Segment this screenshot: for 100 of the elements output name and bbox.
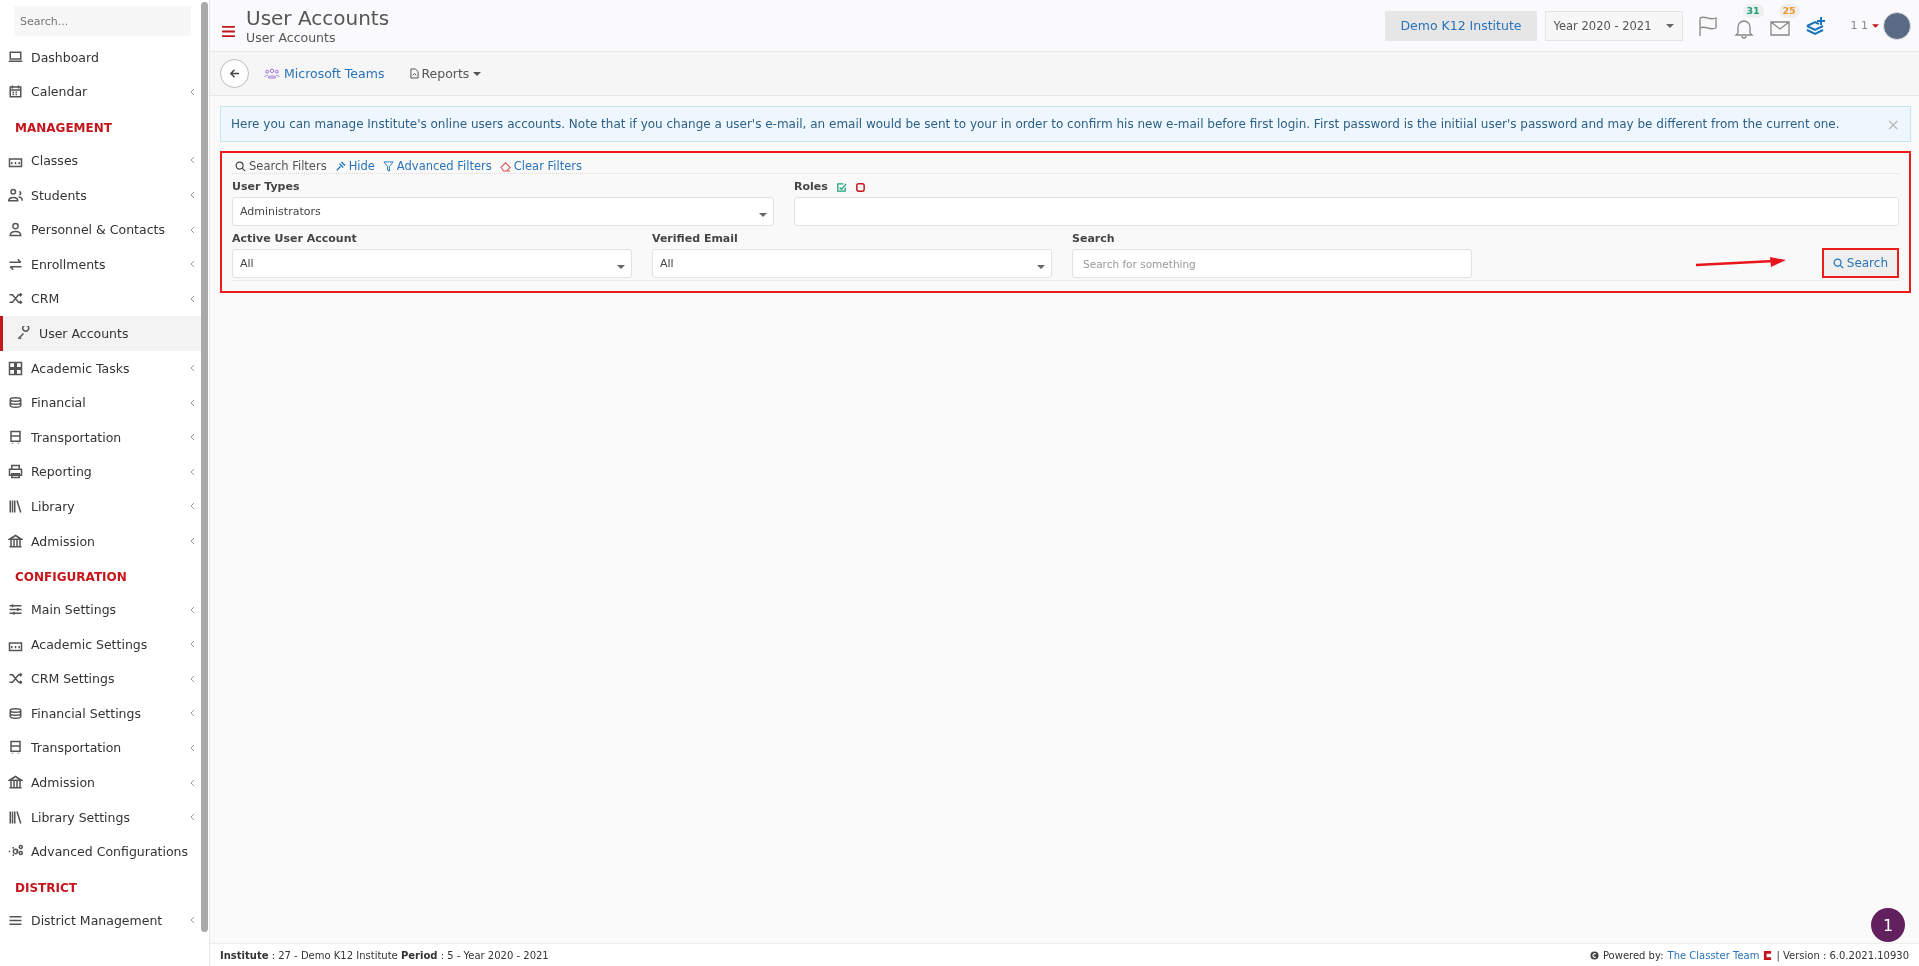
shuffle-icon: [8, 291, 23, 307]
users-icon: [8, 187, 23, 203]
sidebar-item[interactable]: Students: [0, 177, 201, 213]
sidebar-item[interactable]: Transportation: [0, 730, 201, 766]
arrow-left-icon: [229, 68, 240, 79]
sidebar-item[interactable]: Classes: [0, 143, 201, 178]
bank-icon: [8, 775, 23, 791]
hide-link[interactable]: Hide: [334, 159, 375, 173]
books-icon: [8, 809, 23, 825]
sidebar-item[interactable]: User Accounts: [0, 316, 201, 351]
layers-plus-icon[interactable]: [1804, 14, 1827, 37]
sidebar-item[interactable]: Academic Settings: [0, 626, 201, 662]
field-label: Verified Email: [652, 232, 739, 247]
help-badge[interactable]: 1: [1871, 908, 1905, 942]
active-account-select[interactable]: All: [232, 249, 632, 278]
bus-icon: [8, 740, 23, 756]
sidebar-item[interactable]: Personnel & Contacts: [0, 212, 201, 247]
sidebar-item[interactable]: Academic Tasks: [0, 350, 201, 386]
advanced-filters-link[interactable]: Advanced Filters: [382, 159, 492, 173]
breadcrumb: User Accounts: [246, 30, 337, 45]
caret-icon[interactable]: [1872, 23, 1879, 28]
notification-count: 31: [1742, 3, 1764, 18]
sidebar-item[interactable]: Library: [0, 489, 201, 524]
people-icon: [264, 68, 280, 79]
microsoft-teams-link[interactable]: Microsoft Teams: [264, 66, 385, 81]
sidebar-item[interactable]: Admission: [0, 765, 201, 800]
user-icon: [8, 222, 23, 238]
year-dropdown[interactable]: Year 2020 - 2021: [1544, 10, 1683, 41]
shuffle-icon: [8, 671, 23, 687]
sidebar-item[interactable]: Reporting: [0, 454, 201, 490]
flag-icon[interactable]: [1696, 14, 1719, 37]
pin-icon: [334, 160, 346, 172]
field-label: Roles: [794, 180, 828, 195]
key-icon: [16, 325, 31, 341]
field-label: Active User Account: [232, 232, 358, 247]
section-heading: DISTRICT: [14, 880, 78, 898]
search-field[interactable]: Search for something: [1072, 249, 1472, 278]
printer-icon: [8, 464, 23, 480]
section-heading: MANAGEMENT: [14, 120, 113, 138]
team-link[interactable]: The Classter Team: [1667, 949, 1760, 961]
sidebar-item[interactable]: Library Settings: [0, 799, 201, 835]
avatar[interactable]: [1883, 11, 1911, 40]
monitor-icon: [8, 49, 23, 65]
caret-icon: [1037, 264, 1045, 269]
sidebar-item[interactable]: Transportation: [0, 419, 201, 455]
search-field[interactable]: Search...: [14, 6, 191, 36]
copyright-icon: [1589, 950, 1599, 960]
scrollbar-thumb[interactable]: [201, 2, 208, 932]
sidebar-item[interactable]: Calendar: [0, 74, 201, 110]
arrows-icon: [8, 256, 23, 272]
coins-icon: [8, 705, 23, 721]
roles-field[interactable]: [794, 197, 1899, 226]
user-name[interactable]: 1 1: [1850, 19, 1868, 32]
caret-icon: [617, 264, 625, 269]
sidebar-item[interactable]: Financial: [0, 385, 201, 420]
uncheck-all-icon[interactable]: [854, 182, 866, 193]
powered-by-text: Powered by:: [1602, 949, 1664, 961]
sidebar-item[interactable]: District Management: [0, 903, 201, 938]
verified-email-select[interactable]: All: [652, 249, 1052, 278]
sidebar-item[interactable]: Dashboard: [0, 40, 201, 75]
check-all-icon[interactable]: [835, 182, 847, 193]
institute-info: Institute : 27 - Demo K12 Institute Period : 5 - Year 2020 - 2021: [220, 949, 549, 961]
user-types-select[interactable]: Administrators: [232, 197, 774, 226]
logo-icon: [1763, 949, 1773, 961]
version-text: | Version : 6.0.2021.10930: [1776, 949, 1909, 961]
bank-icon: [8, 533, 23, 549]
search-icon: [1832, 257, 1844, 269]
search-button[interactable]: Search: [1823, 250, 1897, 276]
back-button[interactable]: [220, 59, 249, 88]
bus-icon: [8, 429, 23, 445]
sidebar-item[interactable]: Main Settings: [0, 592, 201, 627]
books-icon: [8, 498, 23, 514]
caret-icon: [759, 212, 767, 217]
info-text: Here you can manage Institute's online users accounts. Note that if you change a user's e-mail, an email would be sent to your in order to confirm his new e-mail before first login. First password is the initiial user's password and may be different from the current one.: [231, 117, 1841, 131]
section-heading: CONFIGURATION: [14, 569, 128, 587]
search-icon: [235, 160, 246, 172]
document-icon: [410, 68, 420, 79]
calendar-icon: [8, 84, 23, 100]
sidebar-item[interactable]: CRM: [0, 281, 201, 317]
grid-icon: [8, 360, 23, 376]
sidebar-item[interactable]: Admission: [0, 523, 201, 559]
caret-icon: [1665, 23, 1674, 28]
sidebar-item[interactable]: Financial Settings: [0, 696, 201, 731]
message-count: 25: [1778, 3, 1800, 18]
reports-menu[interactable]: Reports: [410, 66, 482, 81]
institute-button[interactable]: Demo K12 Institute: [1385, 10, 1537, 41]
search-filters-label: Search Filters: [235, 159, 327, 173]
sidebar-item[interactable]: CRM Settings: [0, 661, 201, 697]
field-label: User Types: [232, 180, 301, 195]
caret-icon: [473, 71, 482, 76]
coins-icon: [8, 395, 23, 411]
sidebar-item[interactable]: Advanced Configurations: [0, 834, 201, 870]
sidebar-item[interactable]: Enrollments: [0, 246, 201, 282]
eraser-icon: [499, 160, 511, 172]
funnel-icon: [382, 160, 394, 172]
page-title: User Accounts: [246, 6, 390, 30]
clear-filters-link[interactable]: Clear Filters: [499, 159, 582, 173]
field-label: Search: [1072, 232, 1116, 247]
sliders-icon: [8, 602, 23, 618]
menu-icon[interactable]: [222, 26, 235, 37]
